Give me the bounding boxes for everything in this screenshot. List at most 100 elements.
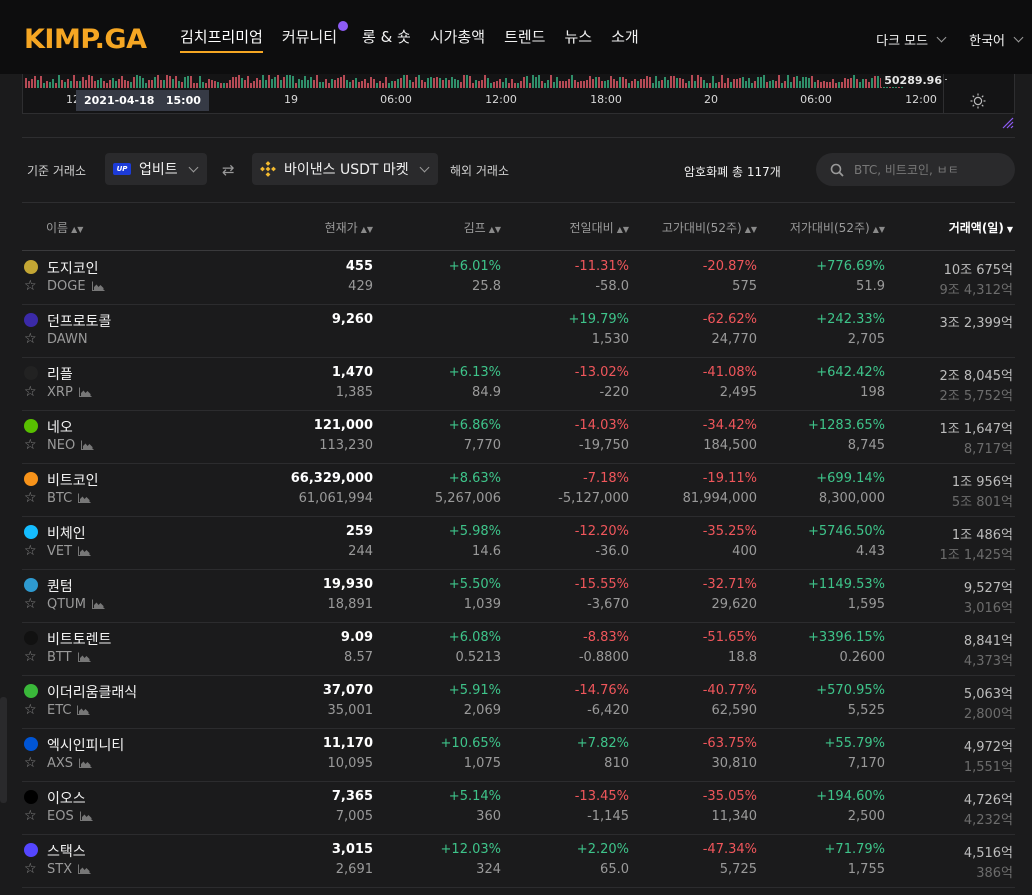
price-krw: 121,000 [313,418,373,433]
day-change-amount: -5,127,000 [558,491,629,506]
candle [430,77,432,88]
candle [841,82,843,88]
candle [796,76,798,88]
mini-chart-icon[interactable] [91,281,105,291]
candle [640,79,642,88]
mini-chart-icon[interactable] [81,440,94,450]
base-exchange-select[interactable]: UP 업비트 [105,153,207,185]
volume-krw: 4,726억 [963,793,1013,808]
menu-community[interactable]: 커뮤니티 [282,21,349,54]
candle [73,75,75,88]
menu-about[interactable]: 소개 [611,26,639,54]
star-icon[interactable]: ☆ [24,384,37,400]
high-52w-percent: -47.34% [702,842,757,857]
resize-handle-icon[interactable] [1002,117,1014,129]
mini-chart-icon[interactable] [78,493,91,503]
table-row[interactable]: ☆ 네오 NEO 121,000 113,230 +6.86% 7,770 -14.03% -1… [22,411,1015,464]
language-select[interactable]: 한국어 [969,30,1024,49]
candle [382,83,384,88]
coin-symbol: DOGE [47,279,86,294]
table-row[interactable]: ☆ 퀀텀 QTUM 19,930 18,891 +5.50% 1,039 -15.55% -3,… [22,570,1015,623]
table-row[interactable]: ☆ 던프로토콜 DAWN 9,260 +19.79% 1,530 -62.62% 24,770… [22,305,1015,358]
logo[interactable]: KIMP.GA [24,24,147,55]
star-icon[interactable]: ☆ [24,702,37,718]
table-row[interactable]: ☆ 도지코인 DOGE 455 429 +6.01% 25.8 -11.31% -58.0 -20… [22,252,1015,305]
candle [451,77,453,88]
candle [94,81,96,88]
kimp-percent: +10.65% [440,736,501,751]
menu-long-short[interactable]: 롱 & 숏 [362,26,411,54]
candle [850,78,852,88]
candle [319,82,321,88]
star-icon[interactable]: ☆ [24,278,37,294]
high-52w-percent: -35.05% [702,789,757,804]
header-kimp[interactable]: 김프 ▲▼ [464,219,501,236]
mini-chart-icon[interactable] [77,652,91,662]
star-icon[interactable]: ☆ [24,649,37,665]
candle [130,82,132,88]
foreign-exchange-select[interactable]: 바이낸스 USDT 마켓 [252,153,438,185]
price-chart[interactable]: 50289.96 12 00 19 06:00 12:00 18:00 20 0… [22,74,1015,114]
star-icon[interactable]: ☆ [24,755,37,771]
side-scroll-handle[interactable] [0,697,7,803]
chevron-down-icon [936,32,947,43]
mini-chart-icon[interactable] [78,546,91,556]
theme-select[interactable]: 다크 모드 [876,30,947,49]
mini-chart-icon[interactable] [77,705,90,715]
header-volume[interactable]: 거래액(일) ▼ [949,219,1013,236]
mini-chart-icon[interactable] [91,599,105,609]
menu-market-cap[interactable]: 시가총액 [430,26,485,54]
header-52w-high[interactable]: 고가대비(52주) ▲▼ [662,219,757,236]
candle [295,83,297,88]
star-icon[interactable]: ☆ [24,490,37,506]
volume-foreign: 4,232억 [963,813,1013,828]
mini-chart-icon[interactable] [79,811,93,821]
upbit-logo-icon: UP [113,163,131,175]
header-name[interactable]: 이름 ▲▼ [46,219,83,236]
high-52w-percent: -62.62% [702,312,757,327]
candle [493,82,495,88]
search-input[interactable] [854,162,1004,177]
candle [721,75,723,88]
star-icon[interactable]: ☆ [24,808,37,824]
header-52w-low[interactable]: 저가대비(52주) ▲▼ [790,219,885,236]
candle [127,81,129,88]
binance-logo-icon [260,161,276,177]
menu-trend[interactable]: 트렌드 [504,26,545,54]
star-icon[interactable]: ☆ [24,543,37,559]
header-day-change[interactable]: 전일대비 ▲▼ [570,219,629,236]
mini-chart-icon[interactable] [78,387,92,397]
sun-icon[interactable] [970,93,986,109]
table-row[interactable]: ☆ 비체인 VET 259 244 +5.98% 14.6 -12.20% -36.0 -35.2… [22,517,1015,570]
swap-icon[interactable]: ⇄ [222,161,235,179]
coin-symbol-cell: DOGE [47,279,105,294]
coin-name: 네오 [47,420,73,436]
table-row[interactable]: ☆ 비트토렌트 BTT 9.09 8.57 +6.08% 0.5213 -8.83% -0.88… [22,623,1015,676]
search-box[interactable] [816,153,1015,186]
menu-news[interactable]: 뉴스 [564,26,592,54]
crosshair-date: 2021-04-18 [84,94,155,107]
mini-chart-icon[interactable] [78,864,91,874]
star-icon[interactable]: ☆ [24,596,37,612]
candle [433,78,435,88]
table-row[interactable]: ☆ 이더리움클래식 ETC 37,070 35,001 +5.91% 2,069 -14.76… [22,676,1015,729]
star-icon[interactable]: ☆ [24,861,37,877]
low-52w-percent: +1283.65% [807,418,885,433]
mini-chart-icon[interactable] [79,758,92,768]
table-row[interactable]: ☆ 리플 XRP 1,470 1,385 +6.13% 84.9 -13.02% -220 -41… [22,358,1015,411]
candle [805,77,807,88]
star-icon[interactable]: ☆ [24,437,37,453]
coin-name: 이오스 [47,791,86,807]
table-row[interactable]: ☆ 비트코인 BTC 66,329,000 61,061,994 +8.63% 5,267,… [22,464,1015,517]
header-price[interactable]: 현재가 ▲▼ [325,219,373,236]
table-row[interactable]: ☆ 이오스 EOS 7,365 7,005 +5.14% 360 -13.45% -1,145 -… [22,782,1015,835]
star-icon[interactable]: ☆ [24,331,37,347]
candle [574,80,576,88]
candle [520,81,522,88]
menu-kimchi-premium[interactable]: 김치프리미엄 [180,26,263,54]
table-row[interactable]: ☆ 엑시인피니티 AXS 11,170 10,095 +10.65% 1,075 +7.82%… [22,729,1015,782]
candle [733,79,735,88]
table-row[interactable]: ☆ 스택스 STX 3,015 2,691 +12.03% 324 +2.20% 65.0 -47… [22,835,1015,888]
high-52w-percent: -19.11% [702,471,757,486]
coin-name: 비트코인 [47,473,99,489]
